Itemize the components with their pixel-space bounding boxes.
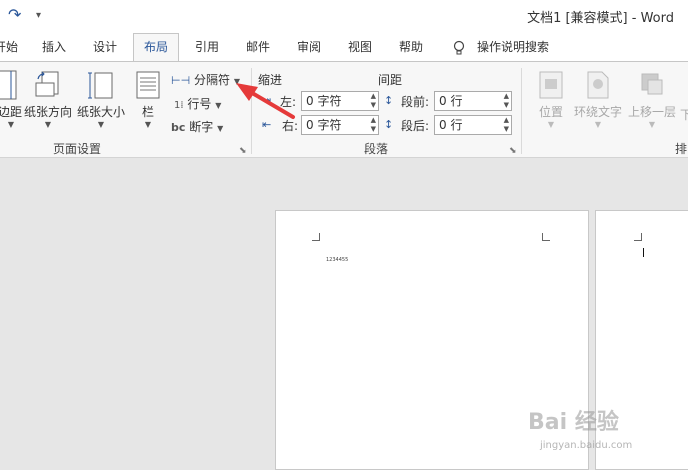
wrap-text-button[interactable]: 环绕文字 ▼ xyxy=(570,70,626,129)
position-icon xyxy=(539,71,563,99)
size-button[interactable]: 纸张大小 ▼ xyxy=(75,70,127,129)
orientation-button[interactable]: 纸张方向 ▼ xyxy=(22,70,74,129)
margins-button[interactable]: 边距 ▼ xyxy=(0,70,22,129)
hyphenation-button[interactable]: bc 断字 ▼ xyxy=(171,118,223,135)
tab-references[interactable]: 引用 xyxy=(195,33,219,61)
spinner-arrows-icon[interactable]: ▲ ▼ xyxy=(371,92,376,110)
chevron-down-icon: ▼ xyxy=(44,120,52,129)
redo-icon[interactable]: ↷ xyxy=(8,5,21,24)
position-button[interactable]: 位置 ▼ xyxy=(533,70,569,129)
indent-right-label: 右: xyxy=(282,119,299,133)
breaks-button[interactable]: ⊢⊣ 分隔符 ▼ xyxy=(171,71,240,88)
spacing-after-icon: ↕ xyxy=(384,118,394,131)
bring-forward-label: 上移一层 xyxy=(627,105,676,119)
orientation-icon xyxy=(35,71,59,97)
chevron-down-icon: ▼ xyxy=(648,120,656,129)
tab-review[interactable]: 审阅 xyxy=(297,33,321,61)
dialog-launcher-icon[interactable]: ⬊ xyxy=(239,146,247,156)
watermark-url: jingyan.baidu.com xyxy=(540,440,633,451)
spacing-before-input[interactable]: 0 行 ▲ ▼ xyxy=(434,91,512,111)
group-separator xyxy=(521,68,522,154)
columns-label: 栏 xyxy=(141,105,154,119)
indent-left-label: 左: xyxy=(280,95,297,109)
size-label: 纸张大小 xyxy=(76,105,125,119)
spacing-before-value: 0 行 xyxy=(439,94,463,108)
hyphenation-label: 断字 xyxy=(189,120,214,134)
margins-icon xyxy=(0,70,17,100)
chevron-down-icon: ▼ xyxy=(217,124,224,133)
tab-home[interactable]: 开始 xyxy=(0,33,18,61)
ribbon-layout: 边距 ▼ 纸张方向 ▼ 纸张大小 ▼ 栏 ▼ ⊢⊣ 分隔符 ▼ 1⁞ 行号 ▼ … xyxy=(0,61,688,173)
margin-corner-mark xyxy=(312,233,320,241)
line-numbers-label: 行号 xyxy=(187,97,212,111)
indent-right-value: 0 字符 xyxy=(306,118,342,132)
margin-corner-mark xyxy=(634,233,642,241)
spinner-arrows-icon[interactable]: ▲ ▼ xyxy=(504,92,509,110)
paragraph-group-label: 段落 xyxy=(364,142,389,156)
spinner-arrows-icon[interactable]: ▲ ▼ xyxy=(371,116,376,134)
breaks-label: 分隔符 xyxy=(194,73,231,87)
hyphenation-icon: bc xyxy=(171,121,186,134)
line-numbers-icon: 1⁞ xyxy=(174,100,184,111)
chevron-down-icon: ▼ xyxy=(233,77,240,86)
wrap-text-icon xyxy=(587,71,609,99)
window-title: 文档1 [兼容模式] - Word xyxy=(527,11,674,26)
spacing-header: 间距 xyxy=(378,73,403,87)
page-setup-group-label: 页面设置 xyxy=(53,142,102,156)
spacing-after-label: 段后: xyxy=(401,119,430,133)
tab-insert[interactable]: 插入 xyxy=(42,33,66,61)
chevron-down-icon: ▼ xyxy=(7,120,14,129)
indent-right-input[interactable]: 0 字符 ▲ ▼ xyxy=(301,115,379,135)
tab-view[interactable]: 视图 xyxy=(348,33,372,61)
group-separator xyxy=(251,68,252,154)
chevron-down-icon: ▼ xyxy=(97,120,105,129)
line-numbers-button[interactable]: 1⁞ 行号 ▼ xyxy=(174,95,221,112)
indent-header: 缩进 xyxy=(258,73,283,87)
dialog-launcher-icon[interactable]: ⬊ xyxy=(509,146,517,156)
position-label: 位置 xyxy=(538,105,563,119)
ribbon-tabs: 开始 插入 设计 布局 引用 邮件 审阅 视图 帮助 操作说明搜索 xyxy=(0,33,688,61)
title-bar: ↷ ▾ 文档1 [兼容模式] - Word xyxy=(0,0,688,33)
tell-me-search[interactable]: 操作说明搜索 xyxy=(477,33,549,61)
columns-button[interactable]: 栏 ▼ xyxy=(134,70,162,129)
chevron-down-icon: ▼ xyxy=(594,120,602,129)
chevron-down-icon: ▼ xyxy=(144,120,152,129)
watermark-logo: Bai 经验 xyxy=(528,410,619,435)
bring-forward-button[interactable]: 上移一层 ▼ xyxy=(626,70,678,129)
tab-mailings[interactable]: 邮件 xyxy=(246,33,270,61)
document-text: 1234455 xyxy=(326,257,349,263)
tab-layout[interactable]: 布局 xyxy=(133,33,180,61)
indent-right-icon: ⇤ xyxy=(262,118,272,131)
wrap-text-label: 环绕文字 xyxy=(573,105,622,119)
paper-size-icon xyxy=(88,72,113,99)
spacing-after-input[interactable]: 0 行 ▲ ▼ xyxy=(434,115,512,135)
indent-left-icon: ⇥ xyxy=(262,94,272,107)
text-cursor xyxy=(643,248,644,257)
spinner-arrows-icon[interactable]: ▲ ▼ xyxy=(504,116,509,134)
tab-help[interactable]: 帮助 xyxy=(399,33,423,61)
indent-left-input[interactable]: 0 字符 ▲ ▼ xyxy=(301,91,379,111)
page-break-icon: ⊢⊣ xyxy=(171,74,191,87)
bring-forward-icon xyxy=(641,73,663,95)
tab-design[interactable]: 设计 xyxy=(93,33,117,61)
margin-corner-mark xyxy=(542,233,550,241)
columns-icon xyxy=(136,71,160,99)
lightbulb-icon xyxy=(452,33,466,61)
chevron-down-icon: ▼ xyxy=(215,101,222,110)
margins-label: 边距 xyxy=(0,105,22,119)
indent-left-value: 0 字符 xyxy=(306,94,342,108)
spacing-before-label: 段前: xyxy=(401,95,430,109)
chevron-down-icon: ▼ xyxy=(547,120,555,129)
send-backward-label[interactable]: 下 xyxy=(680,106,688,123)
spacing-after-value: 0 行 xyxy=(439,118,463,132)
spacing-before-icon: ↕ xyxy=(384,94,394,107)
customize-qat-icon[interactable]: ▾ xyxy=(36,10,41,21)
orientation-label: 纸张方向 xyxy=(23,105,72,119)
